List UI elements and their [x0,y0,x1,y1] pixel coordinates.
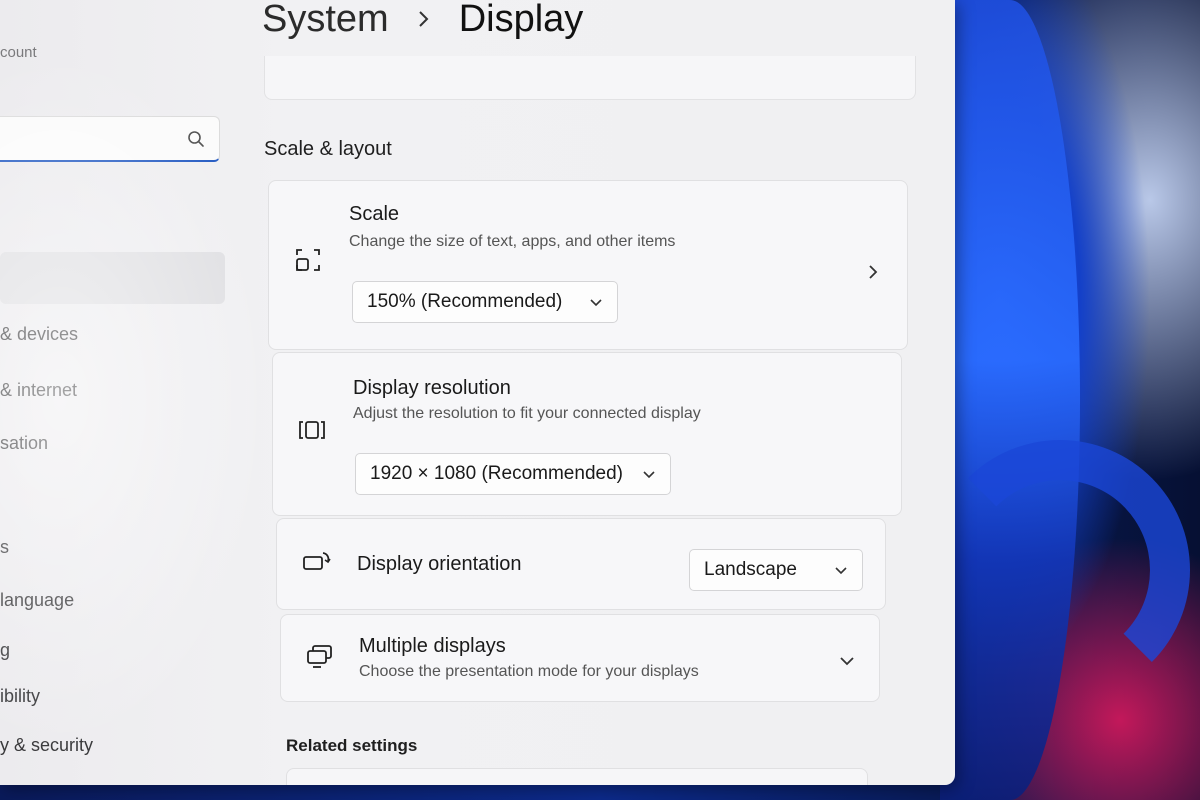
sidebar-item-gaming[interactable]: g [0,640,10,661]
orientation-dropdown[interactable]: Landscape [689,549,863,591]
resolution-dropdown[interactable]: 1920 × 1080 (Recommended) [355,453,671,495]
orientation-dropdown-value: Landscape [704,559,797,580]
orientation-icon [303,552,331,570]
sidebar-item-accessibility[interactable]: ibility [0,686,40,707]
wallpaper-swirl-lower [930,440,1190,700]
previous-card [264,56,916,100]
resolution-icon [299,421,325,439]
search-icon[interactable] [187,130,205,148]
sidebar-item-devices[interactable]: & devices [0,324,78,345]
chevron-down-icon [590,299,602,307]
related-settings-card[interactable] [286,768,868,785]
resolution-dropdown-value: 1920 × 1080 (Recommended) [370,463,623,484]
scale-title: Scale [349,203,400,225]
sidebar-item-personalisation[interactable]: sation [0,433,48,454]
scale-description: Change the size of text, apps, and other… [349,233,676,250]
chevron-down-icon[interactable] [839,653,855,669]
chevron-right-icon[interactable] [865,264,881,280]
page-title: Display [458,0,584,40]
sidebar-item-system-selected[interactable] [0,252,225,304]
sidebar-item-privacy-security[interactable]: y & security [0,735,93,756]
sidebar-item-time-language[interactable]: language [0,590,74,611]
chevron-down-icon [643,471,655,479]
multiple-displays-title: Multiple displays [359,635,506,657]
breadcrumb-system[interactable]: System [262,0,389,41]
scale-card[interactable]: Scale Change the size of text, apps, and… [268,180,908,350]
section-title-scale-layout: Scale & layout [264,138,392,160]
sidebar-item-apps[interactable]: s [0,537,9,558]
section-title-related-settings: Related settings [286,736,418,755]
display-resolution-title: Display resolution [353,377,511,399]
sidebar-item-network[interactable]: & internet [0,380,77,401]
settings-window: count & devices & internet sation s lang… [0,0,955,785]
display-resolution-description: Adjust the resolution to fit your connec… [353,405,701,422]
display-orientation-title: Display orientation [357,553,522,575]
display-orientation-card: Display orientation Landscape [276,518,886,610]
sidebar-account-label[interactable]: count [0,44,37,61]
scale-dropdown[interactable]: 150% (Recommended) [352,281,618,323]
breadcrumb: System Display [262,0,583,44]
chevron-right-icon [418,11,429,27]
multiple-displays-icon [307,645,332,668]
scale-dropdown-value: 150% (Recommended) [367,291,563,312]
chevron-down-icon [835,567,847,575]
multiple-displays-description: Choose the presentation mode for your di… [359,663,699,680]
scale-icon [296,249,320,271]
display-resolution-card: Display resolution Adjust the resolution… [272,352,902,516]
multiple-displays-card[interactable]: Multiple displays Choose the presentatio… [280,614,880,702]
search-input[interactable] [0,116,220,162]
